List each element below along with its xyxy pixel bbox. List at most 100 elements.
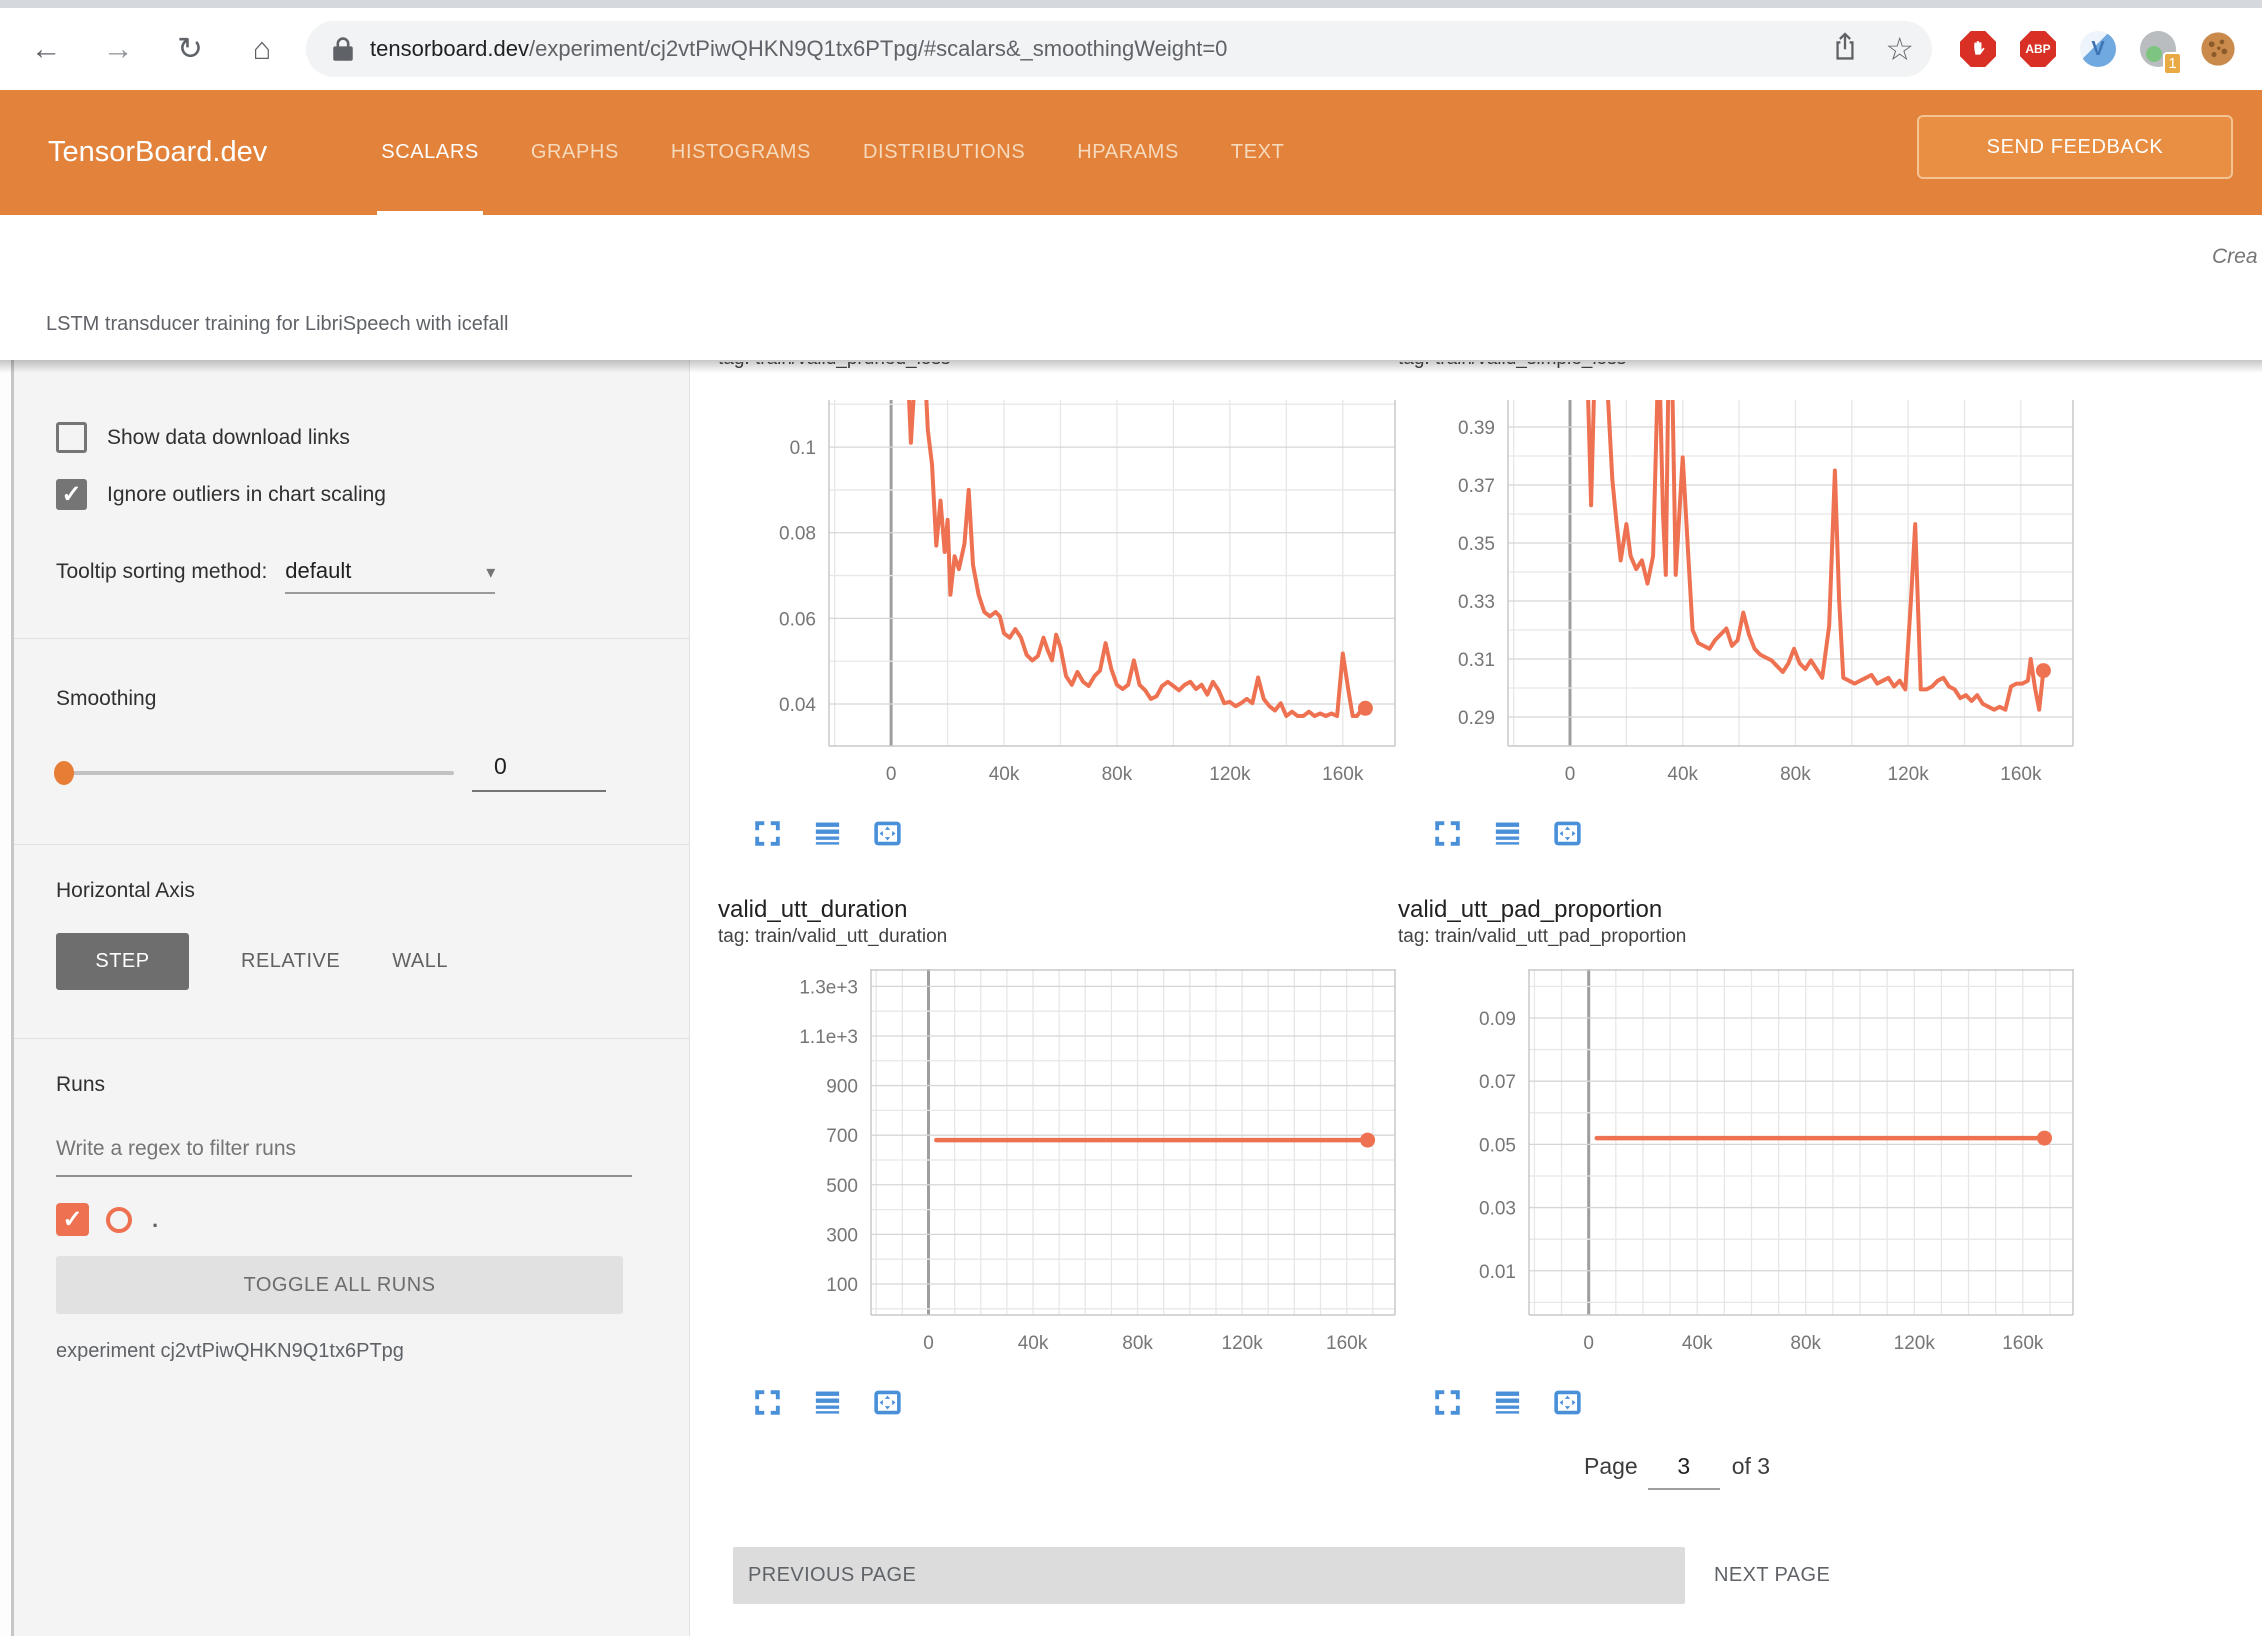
svg-text:0.07: 0.07	[1479, 1072, 1516, 1093]
back-icon[interactable]: ←	[28, 31, 64, 67]
run-color-swatch[interactable]	[106, 1207, 132, 1233]
smoothing-value-input[interactable]: 0	[472, 753, 606, 792]
show-download-links-row[interactable]: Show data download links	[56, 422, 631, 453]
view-data-icon[interactable]	[812, 818, 843, 854]
svg-text:120k: 120k	[1894, 1333, 1936, 1354]
scalar-chart-valid_utt_pad_proportion[interactable]: 0.010.030.050.070.09040k80k120k160k	[1398, 969, 2078, 1361]
forward-icon[interactable]: →	[100, 31, 136, 67]
sidebar-scrollbar[interactable]	[0, 360, 14, 1636]
fit-domain-icon[interactable]	[1552, 1387, 1583, 1423]
ignore-outliers-checkbox[interactable]	[56, 479, 87, 510]
chart-card-valid_utt_duration: valid_utt_durationtag: train/valid_utt_d…	[718, 896, 1398, 1423]
chart-title: valid_utt_duration	[718, 896, 1398, 926]
axis-option-relative[interactable]: RELATIVE	[241, 933, 340, 990]
fit-domain-icon[interactable]	[872, 1387, 903, 1423]
reload-icon[interactable]: ↻	[172, 31, 208, 67]
app-logo[interactable]: TensorBoard.dev	[48, 90, 267, 215]
chart-tag: tag: train/valid_utt_pad_proportion	[1398, 926, 2078, 952]
view-data-icon[interactable]	[1492, 1387, 1523, 1423]
tab-scalars[interactable]: SCALARS	[381, 90, 479, 215]
bookmark-star-icon[interactable]: ☆	[1885, 30, 1914, 68]
toggle-all-runs-button[interactable]: TOGGLE ALL RUNS	[56, 1256, 623, 1314]
runs-filter-input[interactable]: Write a regex to filter runs	[56, 1137, 632, 1177]
next-page-button[interactable]: NEXT PAGE	[1714, 1547, 1830, 1604]
address-bar[interactable]: tensorboard.dev/experiment/cj2vtPiwQHKN9…	[306, 21, 1932, 77]
svg-text:100: 100	[826, 1275, 858, 1296]
home-icon[interactable]: ⌂	[244, 31, 280, 67]
run-line	[1584, 400, 2043, 710]
svg-text:40k: 40k	[1682, 1333, 1713, 1354]
svg-text:0: 0	[1565, 764, 1576, 785]
svg-text:0.03: 0.03	[1479, 1199, 1516, 1220]
svg-text:900: 900	[826, 1077, 858, 1098]
axis-option-step[interactable]: STEP	[56, 933, 189, 990]
show-download-links-checkbox[interactable]	[56, 422, 87, 453]
view-data-icon[interactable]	[812, 1387, 843, 1423]
tab-text[interactable]: TEXT	[1231, 90, 1285, 215]
chart-toolbar	[1432, 1387, 2078, 1423]
tab-distributions[interactable]: DISTRIBUTIONS	[863, 90, 1025, 215]
fit-domain-icon[interactable]	[872, 818, 903, 854]
browser-toolbar: ← → ↻ ⌂ tensorboard.dev/experiment/cj2vt…	[0, 0, 2262, 90]
tensorboard-page: ← → ↻ ⌂ tensorboard.dev/experiment/cj2vt…	[0, 0, 2262, 1636]
pagination: Page 3 of 3	[1584, 1447, 1770, 1490]
svg-text:0.39: 0.39	[1458, 418, 1495, 439]
runs-label: Runs	[56, 1073, 631, 1097]
tab-graphs[interactable]: GRAPHS	[531, 90, 619, 215]
final-point-marker	[2036, 663, 2051, 678]
final-point-marker	[2037, 1131, 2052, 1146]
tab-hparams[interactable]: HPARAMS	[1077, 90, 1179, 215]
svg-text:120k: 120k	[1209, 764, 1251, 785]
extension-with-badge-icon[interactable]: 1	[2138, 29, 2178, 69]
settings-sidebar: Show data download links Ignore outliers…	[0, 360, 690, 1636]
svg-text:0: 0	[886, 764, 897, 785]
expand-chart-icon[interactable]	[1432, 818, 1463, 854]
expand-chart-icon[interactable]	[1432, 1387, 1463, 1423]
abp-extension-icon[interactable]: ABP	[2018, 29, 2058, 69]
chart-title: valid_utt_pad_proportion	[1398, 896, 2078, 926]
svg-text:0.04: 0.04	[779, 695, 816, 716]
tab-histograms[interactable]: HISTOGRAMS	[671, 90, 811, 215]
tooltip-sorting-value: default	[285, 558, 351, 584]
v-extension-icon[interactable]: V	[2078, 29, 2118, 69]
subheader: Crea LSTM transducer training for LibriS…	[0, 215, 2262, 360]
page-number-input[interactable]: 3	[1648, 1447, 1720, 1490]
app-header: TensorBoard.dev SCALARS GRAPHS HISTOGRAMS D…	[0, 90, 2262, 215]
chevron-down-icon: ▾	[486, 562, 495, 583]
cookie-extension-icon[interactable]	[2198, 29, 2238, 69]
url-text[interactable]: tensorboard.dev/experiment/cj2vtPiwQHKN9…	[370, 36, 1831, 62]
ignore-outliers-row[interactable]: Ignore outliers in chart scaling	[56, 479, 631, 510]
send-feedback-button[interactable]: SEND FEEDBACK	[1917, 115, 2233, 179]
smoothing-slider-thumb[interactable]	[54, 761, 74, 785]
chart-card-valid_utt_pad_proportion: valid_utt_pad_proportiontag: train/valid…	[1398, 896, 2078, 1423]
lock-icon	[332, 36, 354, 62]
svg-text:0.33: 0.33	[1458, 592, 1495, 613]
scalar-chart-valid_simple_loss[interactable]: 0.290.310.330.350.370.39040k80k120k160k	[1398, 400, 2078, 792]
view-data-icon[interactable]	[1492, 818, 1523, 854]
chart-toolbar	[752, 1387, 1398, 1423]
expand-chart-icon[interactable]	[752, 1387, 783, 1423]
run-list-item: .	[56, 1203, 631, 1236]
tooltip-sorting-dropdown[interactable]: default ▾	[285, 558, 495, 594]
scalar-chart-valid_utt_duration[interactable]: 1003005007009001.1e+31.3e+3040k80k120k16…	[718, 969, 1398, 1361]
fit-domain-icon[interactable]	[1552, 818, 1583, 854]
share-icon[interactable]	[1831, 31, 1859, 68]
adblock-extension-icon[interactable]	[1958, 29, 1998, 69]
chart-card-valid_pruned_loss: tag: train/valid_pruned_loss0.040.060.08…	[718, 362, 1398, 854]
axis-option-wall[interactable]: WALL	[392, 933, 448, 990]
svg-text:0.09: 0.09	[1479, 1009, 1516, 1030]
scalar-chart-valid_pruned_loss[interactable]: 0.040.060.080.1040k80k120k160k	[718, 400, 1398, 792]
run-checkbox[interactable]	[56, 1203, 89, 1236]
previous-page-button[interactable]: PREVIOUS PAGE	[733, 1547, 1685, 1604]
expand-chart-icon[interactable]	[752, 818, 783, 854]
svg-text:1.1e+3: 1.1e+3	[799, 1027, 858, 1048]
svg-text:120k: 120k	[1888, 764, 1930, 785]
svg-text:0.06: 0.06	[779, 609, 816, 630]
svg-text:0.01: 0.01	[1479, 1262, 1516, 1283]
chart-toolbar	[752, 818, 1398, 854]
nav-tabs: SCALARS GRAPHS HISTOGRAMS DISTRIBUTIONS HPAR…	[355, 90, 1310, 215]
svg-text:160k: 160k	[1322, 764, 1364, 785]
svg-text:0.1: 0.1	[790, 438, 816, 459]
svg-text:40k: 40k	[1018, 1333, 1049, 1354]
smoothing-slider[interactable]	[56, 771, 454, 775]
